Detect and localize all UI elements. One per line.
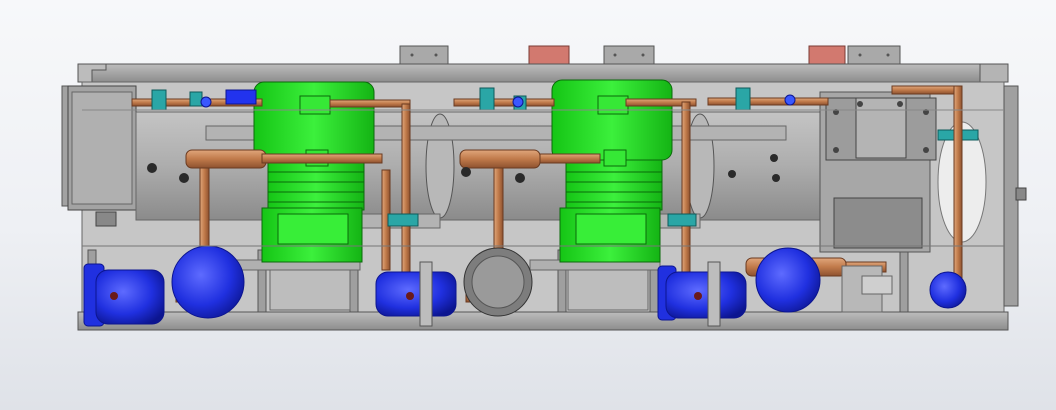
control-box[interactable] xyxy=(67,85,137,227)
compressor-2[interactable] xyxy=(551,79,673,263)
top-cover-red-2 xyxy=(808,45,846,65)
receiver-4[interactable] xyxy=(657,261,747,327)
main-shell[interactable] xyxy=(135,111,827,229)
receiver-6[interactable] xyxy=(929,271,967,309)
receiver-1[interactable] xyxy=(83,263,165,327)
top-covers[interactable] xyxy=(399,45,901,65)
compressor-1[interactable] xyxy=(253,81,375,263)
cad-model-canvas[interactable] xyxy=(0,0,1056,410)
top-cover-red-1 xyxy=(528,45,570,65)
cad-viewport[interactable] xyxy=(0,0,1056,410)
sight-tank[interactable] xyxy=(463,247,533,317)
top-cover-gray-1 xyxy=(399,45,449,65)
receiver-2[interactable] xyxy=(171,245,245,319)
top-cover-gray-2 xyxy=(603,45,655,65)
top-cover-gray-3 xyxy=(847,45,901,65)
receiver-5[interactable] xyxy=(755,247,821,313)
receiver-3[interactable] xyxy=(375,261,457,327)
